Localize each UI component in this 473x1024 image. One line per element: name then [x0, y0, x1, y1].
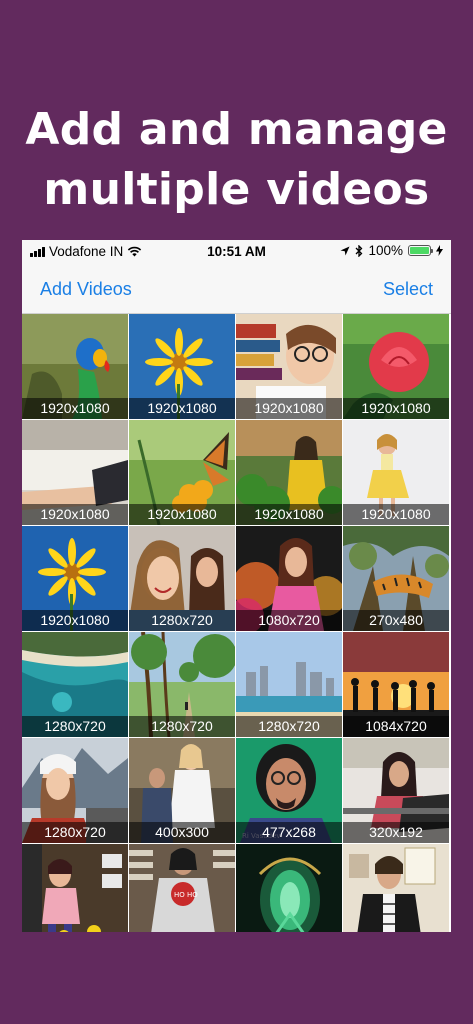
- resolution-label: 1920x1080: [129, 504, 235, 525]
- video-grid: 1920x1080 1920x1080 1920x1080 1920x1080 1920…: [22, 314, 451, 932]
- video-thumbnail[interactable]: 1280x720: [22, 738, 128, 843]
- video-thumbnail[interactable]: 1920x1080: [129, 420, 235, 525]
- video-thumbnail[interactable]: Ri Vasudev477x268: [236, 738, 342, 843]
- resolution-label: 1280x720: [129, 716, 235, 737]
- status-bar: Vodafone IN 10:51 AM 100%: [22, 240, 451, 264]
- thumbnail-image: HO HO: [129, 844, 235, 932]
- video-thumbnail[interactable]: 1920x1080: [129, 314, 235, 419]
- video-thumbnail[interactable]: 270x480: [343, 526, 449, 631]
- resolution-label: 1920x1080: [129, 398, 235, 419]
- bluetooth-icon: [356, 244, 363, 257]
- add-videos-button[interactable]: Add Videos: [40, 279, 132, 300]
- resolution-label: 1920x1080: [22, 610, 128, 631]
- resolution-label: 1280x720: [22, 716, 128, 737]
- location-arrow-icon: [340, 246, 350, 255]
- video-thumbnail[interactable]: 1920x1080: [236, 314, 342, 419]
- headline-line-1: Add and manage: [25, 104, 448, 155]
- resolution-label: 1920x1080: [343, 398, 449, 419]
- video-thumbnail[interactable]: [343, 844, 449, 932]
- video-thumbnail[interactable]: 1920x1080: [22, 420, 128, 525]
- resolution-label: 1084x720: [343, 716, 449, 737]
- resolution-label: 1920x1080: [343, 504, 449, 525]
- video-thumbnail[interactable]: 1920x1080: [22, 314, 128, 419]
- svg-text:HO HO: HO HO: [174, 891, 198, 899]
- thumbnail-image: [343, 844, 449, 932]
- battery-percent: 100%: [368, 243, 403, 258]
- promo-headline: Add and manage multiple videos: [0, 100, 473, 220]
- video-thumbnail[interactable]: 1920x1080: [343, 314, 449, 419]
- video-thumbnail[interactable]: [236, 844, 342, 932]
- resolution-label: 477x268: [236, 822, 342, 843]
- video-thumbnail[interactable]: 1080x720: [236, 526, 342, 631]
- video-thumbnail[interactable]: 400x300: [129, 738, 235, 843]
- video-thumbnail[interactable]: 1920x1080: [236, 420, 342, 525]
- resolution-label: 320x192: [343, 822, 449, 843]
- resolution-label: 1920x1080: [236, 398, 342, 419]
- resolution-label: 1280x720: [22, 822, 128, 843]
- headline-line-2: multiple videos: [43, 164, 430, 215]
- resolution-label: 1920x1080: [236, 504, 342, 525]
- video-thumbnail[interactable]: 1280x720: [129, 526, 235, 631]
- video-thumbnail[interactable]: 320x192: [343, 738, 449, 843]
- resolution-label: 1280x720: [129, 610, 235, 631]
- resolution-label: 270x480: [343, 610, 449, 631]
- thumbnail-image: [236, 844, 342, 932]
- thumbnail-image: [22, 844, 128, 932]
- select-button[interactable]: Select: [383, 279, 433, 300]
- resolution-label: 400x300: [129, 822, 235, 843]
- video-thumbnail[interactable]: HO HO: [129, 844, 235, 932]
- video-thumbnail[interactable]: 1920x1080: [22, 526, 128, 631]
- resolution-label: 1280x720: [236, 716, 342, 737]
- charging-bolt-icon: [436, 245, 443, 256]
- video-thumbnail[interactable]: 1280x720: [236, 632, 342, 737]
- resolution-label: 1080x720: [236, 610, 342, 631]
- video-thumbnail[interactable]: 1084x720: [343, 632, 449, 737]
- resolution-label: 1920x1080: [22, 504, 128, 525]
- video-thumbnail[interactable]: 1280x720: [129, 632, 235, 737]
- navigation-bar: Add Videos Select: [22, 264, 451, 314]
- video-thumbnail[interactable]: 1280x720: [22, 632, 128, 737]
- battery-icon: [408, 245, 433, 256]
- video-thumbnail[interactable]: [22, 844, 128, 932]
- resolution-label: 1920x1080: [22, 398, 128, 419]
- video-thumbnail[interactable]: 1920x1080: [343, 420, 449, 525]
- phone-screen: Vodafone IN 10:51 AM 100% Add Videos Sel…: [22, 240, 451, 932]
